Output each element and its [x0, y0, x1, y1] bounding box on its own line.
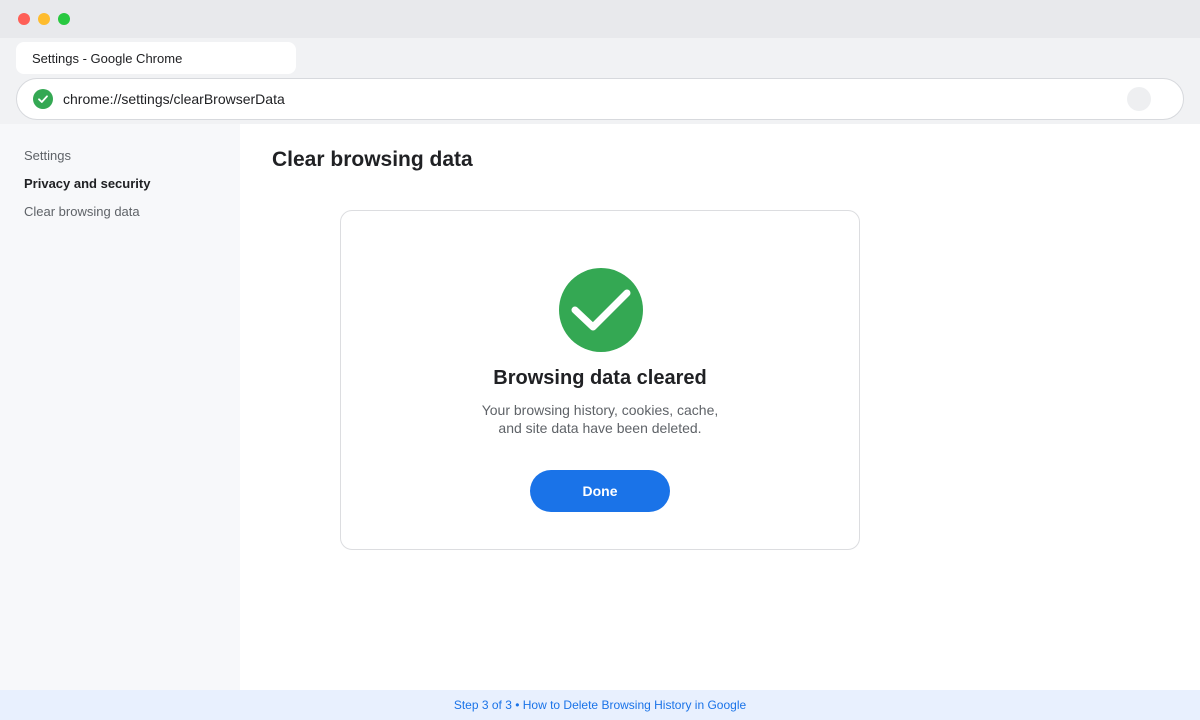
settings-sidebar: Settings Privacy and security Clear brow…	[0, 124, 240, 690]
confirmation-card: Browsing data cleared Your browsing hist…	[340, 210, 860, 550]
confirmation-message-line-1: Your browsing history, cookies, cache,	[481, 402, 719, 418]
success-check-icon	[559, 268, 643, 352]
done-button[interactable]: Done	[530, 470, 670, 512]
maximize-window-button[interactable]	[58, 13, 70, 25]
footer-step-text: Step 3 of 3 • How to Delete Browsing His…	[453, 698, 747, 712]
close-window-button[interactable]	[18, 13, 30, 25]
confirmation-message: Your browsing history, cookies, cache, a…	[441, 401, 759, 437]
confirmation-heading: Browsing data cleared	[493, 367, 707, 389]
tab-title: Settings - Google Chrome	[32, 50, 183, 66]
url-text[interactable]: chrome://settings/clearBrowserData	[63, 91, 285, 107]
browser-tab[interactable]: Settings - Google Chrome	[16, 42, 296, 74]
tutorial-footer: Step 3 of 3 • How to Delete Browsing His…	[0, 690, 1200, 720]
window-titlebar	[0, 0, 1200, 38]
confirmation-message-line-2: and site data have been deleted.	[498, 420, 702, 436]
check-circle-icon	[33, 89, 53, 109]
address-bar[interactable]: chrome://settings/clearBrowserData	[16, 78, 1184, 120]
sidebar-item-privacy-and-security[interactable]: Privacy and security	[0, 176, 240, 204]
page-title: Clear browsing data	[272, 148, 473, 171]
sidebar-item-clear-browsing-data[interactable]: Clear browsing data	[0, 204, 240, 232]
profile-icon[interactable]	[1127, 87, 1151, 111]
minimize-window-button[interactable]	[38, 13, 50, 25]
settings-main: Clear browsing data Browsing data cleare…	[240, 124, 1200, 690]
browser-toolbar: Settings - Google Chrome chrome://settin…	[0, 38, 1200, 124]
sidebar-item-settings[interactable]: Settings	[0, 148, 240, 176]
